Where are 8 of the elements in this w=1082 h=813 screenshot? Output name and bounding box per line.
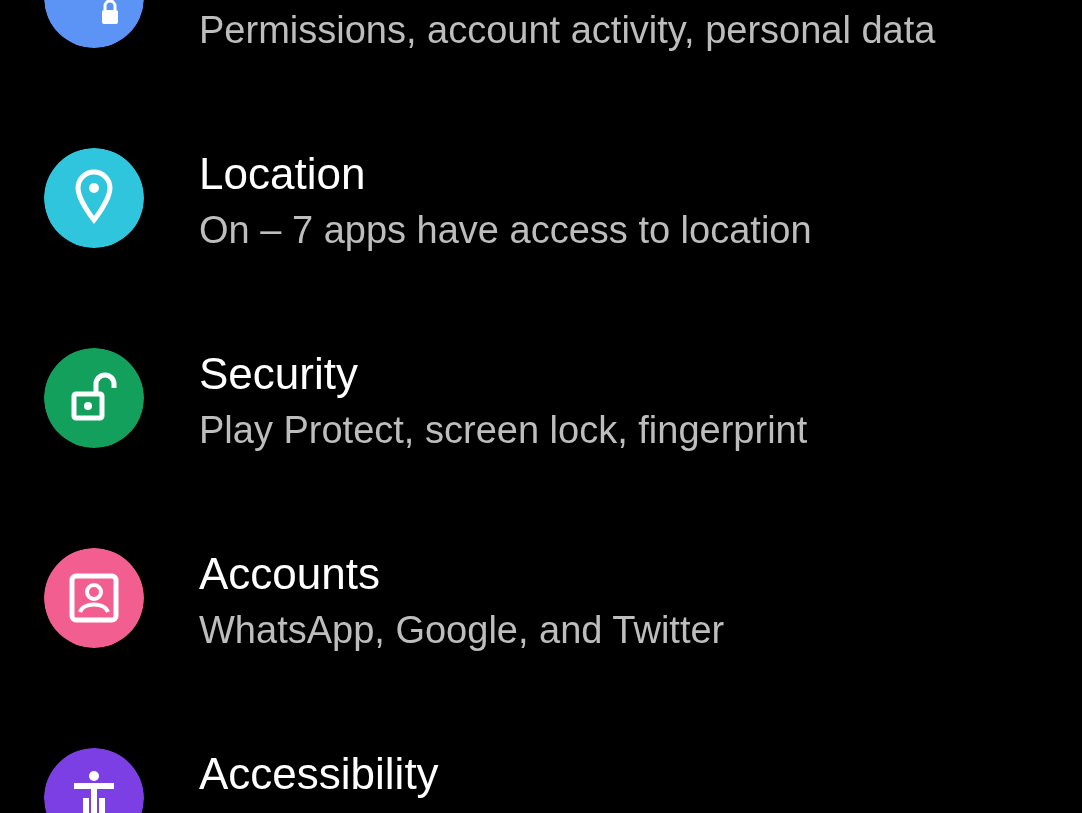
setting-subtitle: On – 7 apps have access to location	[199, 208, 812, 252]
setting-subtitle: Permissions, account activity, personal data	[199, 8, 936, 52]
setting-title[interactable]: Accounts	[199, 550, 380, 598]
setting-title[interactable]: Location	[199, 150, 366, 198]
setting-title[interactable]: Security	[199, 350, 358, 398]
setting-title[interactable]: Accessibility	[199, 750, 439, 798]
setting-subtitle: Play Protect, screen lock, fingerprint	[199, 408, 808, 452]
setting-subtitle: WhatsApp, Google, and Twitter	[199, 608, 725, 652]
